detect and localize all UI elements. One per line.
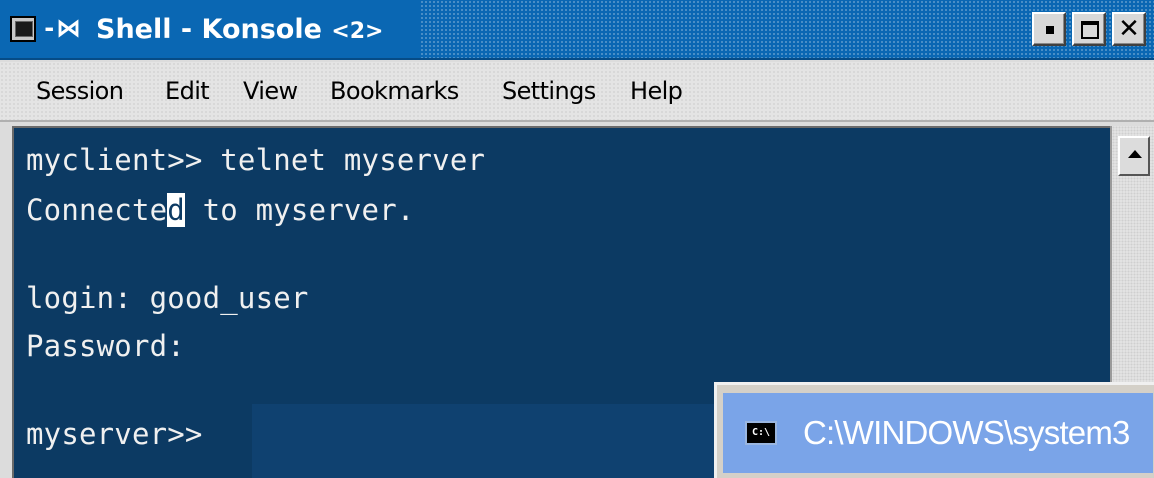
minimize-icon <box>1046 26 1054 34</box>
cmd-title-bar[interactable]: C:\ C:\WINDOWS\system3 <box>723 393 1153 473</box>
window-title-label: Shell - Konsole <box>96 14 322 45</box>
menu-edit[interactable]: Edit <box>165 74 210 108</box>
menu-view[interactable]: View <box>243 74 298 108</box>
cmd-prompt-icon: C:\ <box>745 421 777 445</box>
cursor-line-suffix: to myserver. <box>184 193 415 227</box>
maximize-button[interactable] <box>1072 12 1106 46</box>
close-icon: ✕ <box>1118 14 1140 44</box>
menu-bar: Session Edit View Bookmarks Settings Hel… <box>0 62 1154 122</box>
menu-session[interactable]: Session <box>36 74 124 108</box>
konsole-terminal-icon[interactable] <box>10 16 36 42</box>
terminal-prompt: myserver>> <box>26 417 203 451</box>
maximize-icon <box>1081 21 1099 39</box>
minimize-button[interactable] <box>1032 12 1066 46</box>
terminal-line: Password: <box>26 329 185 363</box>
command-input[interactable] <box>252 404 722 478</box>
cursor-line-prefix: Connecte <box>26 193 168 227</box>
title-bar[interactable]: -⋈ Shell - Konsole <2> ✕ <box>0 0 1154 60</box>
menu-settings[interactable]: Settings <box>502 74 596 108</box>
menu-help[interactable]: Help <box>630 74 683 108</box>
menu-bookmarks[interactable]: Bookmarks <box>330 74 459 108</box>
terminal-line: login: good_user <box>26 281 309 315</box>
close-button[interactable]: ✕ <box>1112 12 1146 46</box>
window-title: Shell - Konsole <2> <box>96 12 384 48</box>
text-cursor: d <box>167 193 185 227</box>
terminal-line: myclient>> telnet myserver <box>26 143 486 177</box>
cmd-window[interactable]: C:\ C:\WINDOWS\system3 <box>714 382 1154 478</box>
cmd-window-title: C:\WINDOWS\system3 <box>803 414 1130 451</box>
pin-icon[interactable]: -⋈ <box>42 14 86 42</box>
scroll-up-arrow-icon[interactable] <box>1118 136 1150 176</box>
window-title-suffix: <2> <box>331 19 384 44</box>
terminal-line-with-cursor: Connected to myserver. <box>26 188 415 232</box>
